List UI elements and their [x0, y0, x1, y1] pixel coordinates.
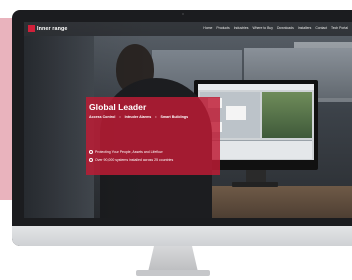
hero-tag-smart-buildings: Smart Buildings: [160, 115, 189, 119]
nav-contact[interactable]: Contact: [315, 26, 327, 30]
inner-monitor-stand: [246, 170, 266, 182]
nav-installers[interactable]: Installers: [298, 26, 312, 30]
check-circle-icon: [89, 150, 93, 154]
decorative-side-panel: [0, 18, 12, 200]
hero-title: Global Leader: [89, 102, 147, 112]
main-nav: Home Products Industries Where to Buy Do…: [203, 26, 348, 30]
website-screen: Inner range Home Products Industries Whe…: [24, 22, 352, 218]
software-toolbar: [198, 84, 314, 90]
hero-separator: •: [119, 115, 121, 119]
hero-bullet-text: Over 90,000 systems installed across 25 …: [95, 158, 174, 162]
hero-tag-access-control: Access Control: [89, 115, 116, 119]
nav-downloads[interactable]: Downloads: [277, 26, 294, 30]
nav-where-to-buy[interactable]: Where to Buy: [252, 26, 273, 30]
hero-bullet-text: Protecting Your People, Assets and Lifef…: [95, 150, 163, 154]
nav-products[interactable]: Products: [216, 26, 229, 30]
keyboard: [232, 182, 278, 187]
monitor-chin: [12, 226, 352, 246]
monitor-stand: [148, 246, 198, 272]
hero-separator: •: [155, 115, 157, 119]
nav-industries[interactable]: Industries: [234, 26, 249, 30]
webcam: [182, 13, 184, 15]
globe-icon: [89, 158, 93, 162]
background-wall: [24, 36, 94, 218]
nav-tech-portal[interactable]: Tech Portal: [331, 26, 348, 30]
inner-range-logo-icon: [28, 25, 35, 32]
hero-bullet: Over 90,000 systems installed across 25 …: [89, 158, 173, 162]
hero-subtitle: Access Control • Intruder Alarms • Smart…: [89, 115, 188, 119]
hero-tag-intruder-alarms: Intruder Alarms: [124, 115, 152, 119]
logo-text: Inner range: [37, 25, 68, 32]
hero-banner: Global Leader Access Control • Intruder …: [86, 97, 220, 175]
logo-link[interactable]: Inner range: [28, 25, 67, 32]
nav-home[interactable]: Home: [203, 26, 212, 30]
camera-feed: [262, 92, 312, 138]
hero-bullet: Protecting Your People, Assets and Lifef…: [89, 150, 163, 154]
site-header: Inner range Home Products Industries Whe…: [24, 22, 352, 36]
monitor-stand-base: [136, 270, 210, 276]
